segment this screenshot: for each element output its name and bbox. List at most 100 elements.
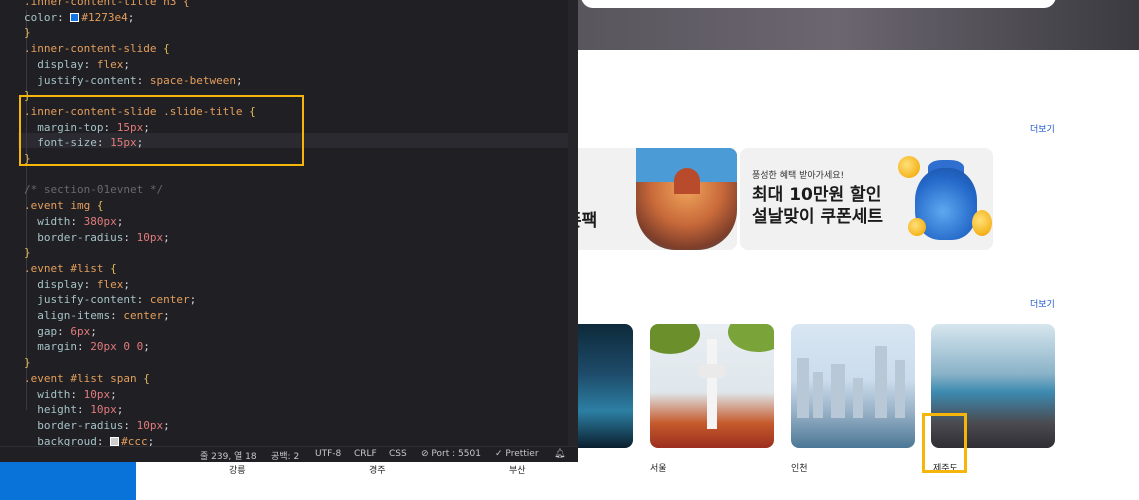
color-swatch[interactable] (110, 437, 120, 447)
code-text: display: flex; (24, 57, 130, 73)
code-text: margin: 20px 0 0; (24, 339, 150, 355)
token: flex (96, 277, 124, 291)
token: 10px (90, 403, 117, 417)
token: ; (123, 277, 130, 291)
token: } (24, 246, 31, 260)
code-text: align-items: center; (24, 308, 170, 324)
code-text: /* section-01evnet */ (24, 182, 163, 198)
token: : (57, 10, 71, 24)
editor-scrollbar[interactable] (568, 0, 578, 446)
tower-observatory (698, 364, 726, 378)
token: border-radius (24, 418, 124, 432)
token: : (70, 214, 84, 228)
token: space-between (149, 73, 236, 87)
tree (650, 324, 700, 354)
destination-card-incheon[interactable] (791, 324, 915, 448)
token: width (24, 387, 71, 401)
hero-search-card (581, 0, 1056, 8)
banner-subtitle: 풍성한 혜택 받아가세요! (752, 171, 845, 181)
token: center (149, 293, 190, 307)
coin-icon (908, 218, 926, 236)
token: { (163, 42, 170, 56)
code-text: width: 380px; (24, 214, 123, 230)
more-link-events[interactable]: 더보기 (1030, 122, 1055, 135)
token: ; (235, 73, 243, 87)
token: justify-content (24, 293, 137, 307)
encoding[interactable]: UTF-8 (315, 449, 341, 459)
code-editor[interactable]: .inner-content-title h3 {color: #1273e4;… (0, 0, 578, 462)
token: ; (189, 293, 197, 307)
token: justify-content (24, 73, 137, 87)
building (813, 372, 823, 418)
status-bar: 줄 239, 열 18 공백: 2 UTF-8 CRLF CSS ⊘ Port … (0, 446, 578, 462)
destination-card-seoul[interactable] (650, 324, 774, 448)
token: : (123, 418, 137, 432)
prohibit-icon: ⊘ (421, 449, 429, 459)
banner-title: 최대 10만원 할인 설날맞이 쿠폰세트 (752, 184, 883, 228)
token: height (24, 403, 77, 417)
token: : (123, 230, 137, 244)
code-text: color: #1273e4; (24, 10, 134, 26)
token: width (24, 214, 71, 228)
code-text: .evnet #list { (24, 261, 117, 277)
token: : (76, 340, 91, 354)
language-mode[interactable]: CSS (389, 449, 407, 459)
token: ; (127, 10, 135, 24)
token: .event img (24, 199, 97, 213)
code-text: } (24, 25, 31, 41)
building (895, 360, 905, 418)
token: : (83, 57, 97, 71)
banner-title-line1: 최대 10만원 할인 (752, 185, 882, 205)
token: ; (123, 57, 130, 71)
line-ending[interactable]: CRLF (354, 449, 377, 459)
code-text: justify-content: space-between; (24, 73, 243, 89)
token: 0 (123, 340, 130, 354)
token: ; (163, 309, 170, 322)
token: /* section-01evnet */ (24, 183, 164, 197)
line-gutter (0, 0, 18, 446)
token: : (110, 309, 124, 322)
building (797, 358, 809, 418)
code-text: border-radius: 10px; (24, 230, 169, 246)
code-text: gap: 6px; (24, 324, 97, 340)
more-link-destinations[interactable]: 더보기 (1030, 297, 1055, 310)
token: center (123, 309, 164, 322)
token: : (57, 324, 71, 338)
cathedral-dome (674, 168, 700, 194)
token: : (136, 73, 150, 87)
event-banner-coupon[interactable]: 풍성한 혜택 받아가세요! 최대 10만원 할인 설날맞이 쿠폰세트 (740, 148, 993, 250)
code-text: width: 10px; (24, 387, 117, 403)
token: gap (24, 324, 58, 338)
token: } (24, 26, 31, 40)
bell-icon[interactable]: 🔔︎ (554, 449, 565, 459)
prettier-label: Prettier (505, 449, 539, 459)
highlight-box-code (19, 95, 304, 166)
prettier-status[interactable]: ✓ Prettier (495, 449, 539, 459)
indent-spaces[interactable]: 공백: 2 (271, 449, 299, 462)
cursor-position[interactable]: 줄 239, 열 18 (200, 449, 257, 462)
token: 10px (136, 230, 164, 244)
live-server-port[interactable]: ⊘ Port : 5501 (421, 449, 481, 459)
token: : (136, 293, 150, 307)
code-text: } (24, 355, 31, 371)
namsan-tower (707, 339, 717, 429)
token: : (83, 277, 97, 291)
token: { (110, 261, 117, 275)
token: 10px (136, 418, 164, 432)
destination-label-gangneung: 강릉 (229, 466, 246, 476)
color-swatch[interactable] (70, 13, 80, 23)
token: margin (24, 340, 77, 354)
token: 10px (83, 387, 111, 401)
code-text: } (24, 245, 31, 261)
event-banner-florence[interactable]: 폰팩 (566, 148, 737, 250)
destination-label-gyeongju: 경주 (369, 466, 386, 476)
destination-label-busan: 부산 (509, 466, 526, 476)
token: display (24, 277, 84, 291)
code-text: .event #list span { (24, 371, 150, 387)
token: } (24, 356, 31, 370)
token: { (96, 199, 104, 213)
tree (728, 324, 774, 352)
code-text: .inner-content-title h3 { (24, 0, 190, 10)
token: .event #list span (24, 371, 144, 385)
taskbar-area (0, 462, 136, 500)
